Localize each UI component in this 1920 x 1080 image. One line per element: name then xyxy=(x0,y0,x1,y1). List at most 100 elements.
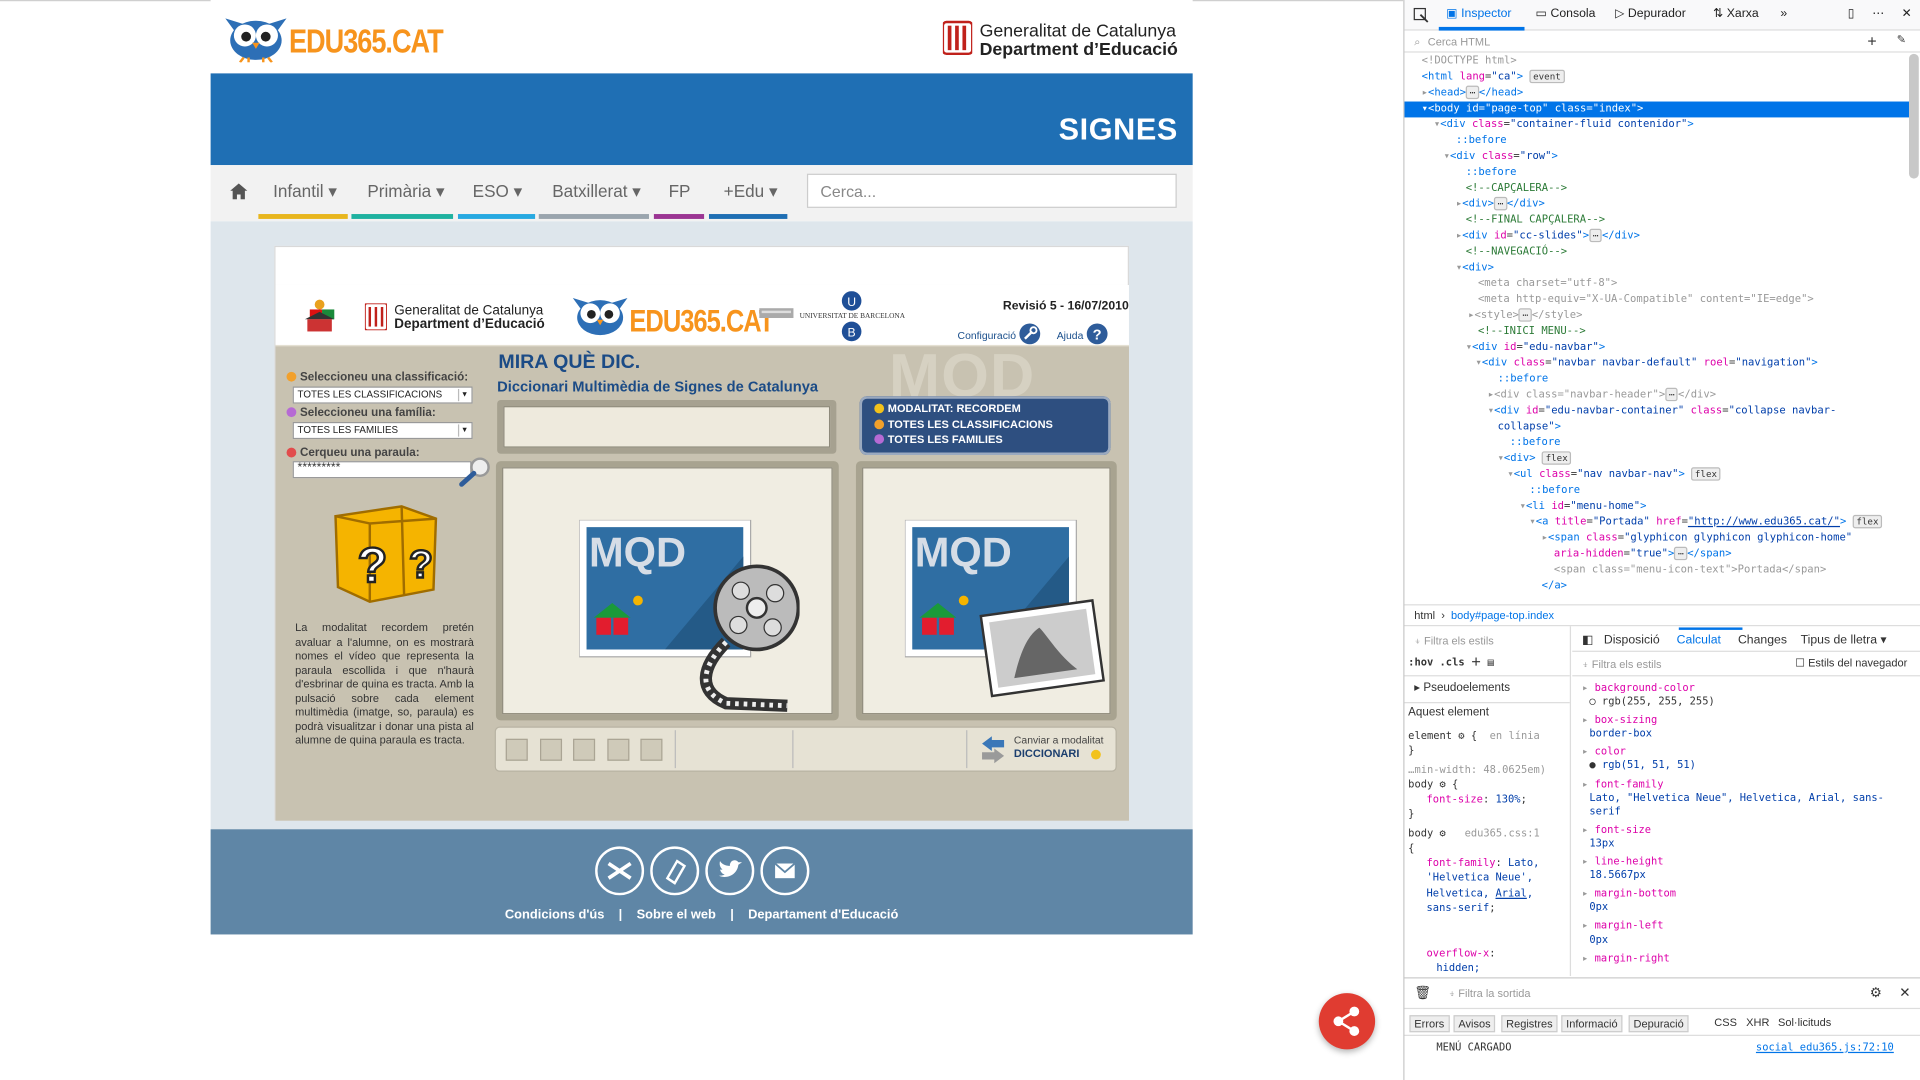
classification-select[interactable]: TOTES LES CLASSIFICACIONS ▼ xyxy=(292,386,473,404)
nav-eso[interactable]: ESO ▾ xyxy=(473,181,523,202)
picker-icon[interactable] xyxy=(1413,7,1429,23)
magnifier-icon[interactable] xyxy=(456,456,493,488)
close-icon[interactable]: ✕ xyxy=(1902,7,1912,20)
layout-toggle-icon[interactable]: ◧ xyxy=(1582,634,1594,647)
image-card-text: MQD xyxy=(915,528,1012,575)
nav-infantil[interactable]: Infantil ▾ xyxy=(273,181,337,202)
computed-panel: ◧ Disposició Calculat Changes Tipus de l… xyxy=(1572,626,1920,976)
console-panel: 🗑 ⍖ Filtra la sortida ⚙ ✕ Errors Avisos … xyxy=(1404,977,1920,1080)
change-mode-target[interactable]: DICCIONARI xyxy=(1014,747,1080,759)
modality-line3: TOTES LES FAMILIES xyxy=(874,433,1003,445)
nav-underline-eso xyxy=(457,214,536,219)
svg-text:B: B xyxy=(848,325,856,339)
console-filter-requests[interactable]: Sol·licituds xyxy=(1778,1016,1831,1028)
console-close-icon[interactable]: ✕ xyxy=(1899,985,1910,1001)
console-source-link[interactable]: social_edu365.js:72:10 xyxy=(1756,1042,1894,1054)
html-tree[interactable]: <!DOCTYPE html> <html lang="ca"> event ▸… xyxy=(1404,54,1909,604)
console-filter-css[interactable]: CSS xyxy=(1714,1016,1737,1028)
more-tabs-icon[interactable]: » xyxy=(1780,7,1787,20)
nav-primaria[interactable]: Primària ▾ xyxy=(367,181,444,202)
mouse-social-icon[interactable] xyxy=(650,846,700,896)
film-icon[interactable] xyxy=(505,738,528,761)
share-icon xyxy=(1333,1006,1360,1036)
image-panel[interactable]: MQD xyxy=(855,461,1117,721)
xtec-social-icon[interactable] xyxy=(595,846,645,896)
console-filter-xhr[interactable]: XHR xyxy=(1746,1016,1769,1028)
change-mode-label[interactable]: Canviar a modalitat xyxy=(1014,734,1104,746)
revision-text: Revisió 5 - 16/07/2010 xyxy=(1002,299,1129,314)
dock-icon[interactable]: ▯ xyxy=(1848,7,1855,20)
label-classification: Seleccioneu una classificació: xyxy=(286,371,468,384)
svg-text:?: ? xyxy=(409,543,433,586)
eyedropper-icon[interactable]: ✎ xyxy=(1897,33,1906,46)
edu365-logo[interactable]: EDU365.CAT xyxy=(223,11,444,65)
console-filter-logs[interactable]: Registres xyxy=(1501,1015,1558,1033)
add-node-icon[interactable]: + xyxy=(1867,32,1876,50)
tab-console[interactable]: ▭ Consola xyxy=(1536,7,1596,20)
footer-link-conditions[interactable]: Condicions d'ús xyxy=(505,908,604,923)
app-edu365-logo: EDU365.CAT xyxy=(571,291,774,340)
film-icon[interactable] xyxy=(540,738,563,761)
browser-styles-checkbox[interactable]: ☐ Estils del navegador xyxy=(1795,657,1907,671)
video-card-text: MQD xyxy=(589,528,686,575)
tree-scrollbar[interactable] xyxy=(1908,53,1919,179)
nav-batxillerat[interactable]: Batxillerat ▾ xyxy=(552,181,641,202)
tab-fonts[interactable]: Tipus de lletra xyxy=(1801,634,1877,647)
main-navbar: Infantil ▾ Primària ▾ ESO ▾ Batxillerat … xyxy=(210,165,1193,222)
email-icon[interactable] xyxy=(760,846,810,896)
print-icon[interactable]: ▤ xyxy=(1488,657,1494,669)
swap-arrows-icon[interactable] xyxy=(980,735,1007,764)
footer-link-about[interactable]: Sobre el web xyxy=(637,908,716,923)
tab-computed[interactable]: Calculat xyxy=(1677,634,1721,647)
page-banner: SIGNES xyxy=(210,73,1193,166)
crumb-html[interactable]: html xyxy=(1414,609,1435,621)
console-filter-info[interactable]: Informació xyxy=(1561,1015,1623,1033)
label-family: Seleccioneu una família: xyxy=(286,406,436,420)
tab-changes[interactable]: Changes xyxy=(1738,634,1787,647)
cls-toggle[interactable]: .cls xyxy=(1440,657,1465,669)
nav-underline-batxillerat xyxy=(538,214,649,219)
share-button[interactable] xyxy=(1318,993,1376,1050)
console-filter-warnings[interactable]: Avisos xyxy=(1453,1015,1496,1033)
tab-debugger[interactable]: ▷ Depurador xyxy=(1615,7,1686,20)
tab-inspector[interactable]: ▣ Inspector xyxy=(1446,7,1511,20)
modality-line2: TOTES LES CLASSIFICACIONS xyxy=(874,418,1053,431)
menu-icon[interactable]: ⋯ xyxy=(1872,7,1884,20)
tab-layout[interactable]: Disposició xyxy=(1604,634,1660,647)
nav-fp[interactable]: FP xyxy=(669,181,691,201)
family-select[interactable]: TOTES LES FAMILIES ▼ xyxy=(292,421,473,440)
add-rule-icon[interactable]: ＋ xyxy=(1471,657,1481,669)
video-panel[interactable]: MQD xyxy=(495,461,839,721)
search-icon: ⌕ xyxy=(1414,35,1421,48)
footer-link-department[interactable]: Departament d'Educació xyxy=(748,908,898,923)
hov-toggle[interactable]: :hov xyxy=(1408,657,1433,669)
page-title: SIGNES xyxy=(1058,112,1178,147)
dropdown-arrow-icon: ▼ xyxy=(457,388,470,402)
console-filter-input[interactable]: Filtra la sortida xyxy=(1458,987,1530,999)
search-input[interactable]: Cerca... xyxy=(806,173,1177,208)
film-icon[interactable] xyxy=(640,738,663,761)
console-settings-icon[interactable]: ⚙ xyxy=(1870,985,1882,1001)
film-icon[interactable] xyxy=(573,738,596,761)
console-filter-errors[interactable]: Errors xyxy=(1409,1015,1450,1033)
nav-edu[interactable]: +Edu ▾ xyxy=(724,181,778,202)
crumb-body[interactable]: body#page-top.index xyxy=(1451,609,1554,621)
devtools-breadcrumb[interactable]: html › body#page-top.index xyxy=(1404,604,1920,627)
computed-filter-input[interactable]: Filtra els estils xyxy=(1592,658,1662,670)
console-message: MENÚ CARGADO xyxy=(1436,1042,1512,1055)
help-link[interactable]: Ajuda ? xyxy=(1057,323,1109,345)
filter-styles-input[interactable]: Filtra els estils xyxy=(1424,635,1494,647)
home-icon[interactable] xyxy=(230,183,248,200)
film-icon[interactable] xyxy=(607,738,630,761)
console-filter-debug[interactable]: Depuració xyxy=(1628,1015,1689,1033)
nav-underline-primaria xyxy=(351,214,454,219)
modality-description: La modalitat recordem pretén avaluar a l… xyxy=(295,621,474,747)
pseudo-elements[interactable]: ▸ Pseudoelements xyxy=(1414,681,1510,696)
tab-network[interactable]: ⇅ Xarxa xyxy=(1713,7,1759,20)
twitter-icon[interactable] xyxy=(705,846,755,896)
word-input[interactable]: ********* xyxy=(292,461,472,479)
word-display xyxy=(497,399,837,454)
html-search[interactable]: ⌕ Cerca HTML + ✎ xyxy=(1404,31,1920,53)
trash-icon[interactable]: 🗑 xyxy=(1414,985,1431,1001)
site-footer: Condicions d'ús | Sobre el web | Departa… xyxy=(210,829,1193,935)
